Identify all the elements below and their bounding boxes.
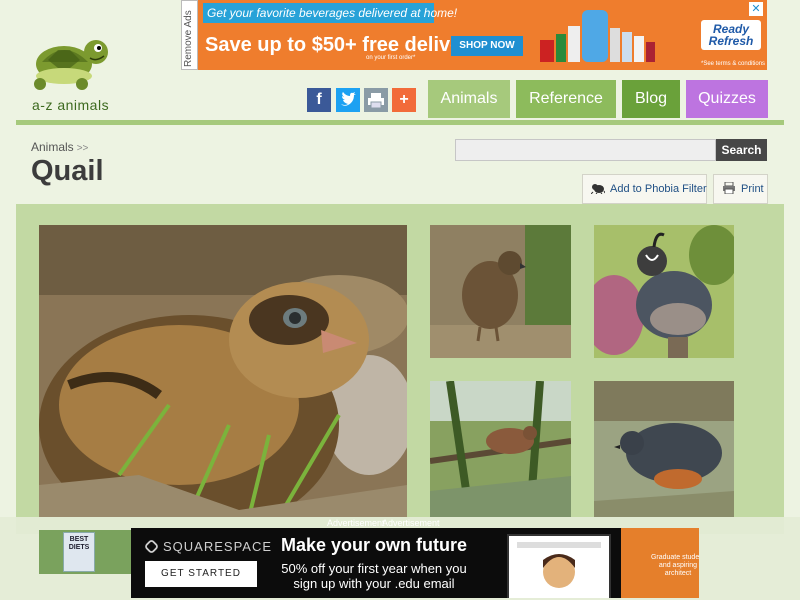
- ad-products-image: [536, 6, 656, 64]
- search-button[interactable]: Search: [716, 139, 767, 161]
- squarespace-subline: 50% off your first year when you sign up…: [281, 561, 467, 591]
- tab-blog[interactable]: Blog: [622, 80, 680, 118]
- remove-ads-label: Remove Ads: [183, 10, 194, 67]
- brown-quail-photo[interactable]: [430, 225, 571, 358]
- phobia-filter-label: Add to Phobia Filter: [610, 183, 707, 195]
- ad-close-icon[interactable]: ✕: [749, 2, 763, 16]
- get-started-button[interactable]: GET STARTED: [145, 561, 257, 587]
- squarespace-headline: Make your own future: [281, 535, 468, 555]
- squarespace-preview-card: [507, 534, 611, 598]
- advertisement-label: Advertisement: [327, 518, 385, 528]
- quail-on-ground-photo[interactable]: [594, 381, 734, 517]
- turtle-logo-icon: [34, 40, 108, 90]
- twitter-bird-icon: [341, 92, 356, 106]
- tab-quizzes[interactable]: Quizzes: [686, 80, 768, 118]
- facebook-share-button[interactable]: f: [307, 88, 331, 112]
- advertisement-label-2: Advertisement: [382, 518, 440, 528]
- search-input[interactable]: [455, 139, 716, 161]
- best-diets-badge: BEST DIETS: [63, 532, 95, 572]
- breadcrumb-separator: >>: [76, 143, 89, 154]
- ad-headline-box: Get your favorite beverages delivered at…: [203, 3, 458, 23]
- more-share-button[interactable]: +: [392, 88, 416, 112]
- phobia-filter-button[interactable]: Add to Phobia Filter: [582, 174, 707, 204]
- tab-reference[interactable]: Reference: [516, 80, 616, 118]
- squarespace-ad[interactable]: SQUARESPACE GET STARTED Make your own fu…: [131, 528, 699, 598]
- ad-offer: Save up to $50+ free delivery: [205, 34, 481, 56]
- quail-in-tree-photo[interactable]: [430, 381, 571, 517]
- ad-fine-print: on your first order*: [366, 55, 416, 61]
- spider-icon: [591, 184, 605, 194]
- squarespace-caption: Graduate student and aspiring architect: [650, 554, 699, 577]
- top-banner-ad[interactable]: Remove Ads Get your favorite beverages d…: [181, 0, 767, 70]
- page-title: Quail: [31, 155, 104, 187]
- printer-small-icon: [723, 182, 735, 194]
- print-label: Print: [741, 183, 764, 195]
- ad-headline: Get your favorite beverages delivered at…: [207, 6, 458, 20]
- ad-brand-logo: Ready Refresh: [701, 20, 761, 50]
- squarespace-brand: SQUARESPACE: [163, 539, 273, 554]
- print-share-button[interactable]: [364, 88, 388, 112]
- print-button[interactable]: Print: [713, 174, 768, 204]
- squarespace-logo: SQUARESPACE: [145, 539, 272, 554]
- california-quail-photo[interactable]: [594, 225, 734, 358]
- logo-text[interactable]: a-z animals: [32, 97, 109, 113]
- breadcrumb: Animals >>: [31, 140, 88, 154]
- squarespace-icon: [145, 540, 158, 553]
- twitter-share-button[interactable]: [336, 88, 360, 112]
- best-diets-ad[interactable]: BEST DIETS: [39, 530, 131, 574]
- header-divider: [16, 120, 784, 125]
- printer-icon: [368, 93, 384, 109]
- squarespace-photo: Graduate student and aspiring architect: [621, 528, 699, 598]
- tab-animals[interactable]: Animals: [428, 80, 510, 118]
- ad-shop-now-button[interactable]: SHOP NOW: [451, 36, 523, 56]
- breadcrumb-animals-link[interactable]: Animals: [31, 140, 74, 154]
- quail-chick-photo[interactable]: [39, 225, 407, 517]
- ad-terms: *See terms & conditions: [701, 61, 766, 67]
- remove-ads-button[interactable]: Remove Ads: [181, 0, 198, 70]
- site-logo[interactable]: [28, 34, 112, 92]
